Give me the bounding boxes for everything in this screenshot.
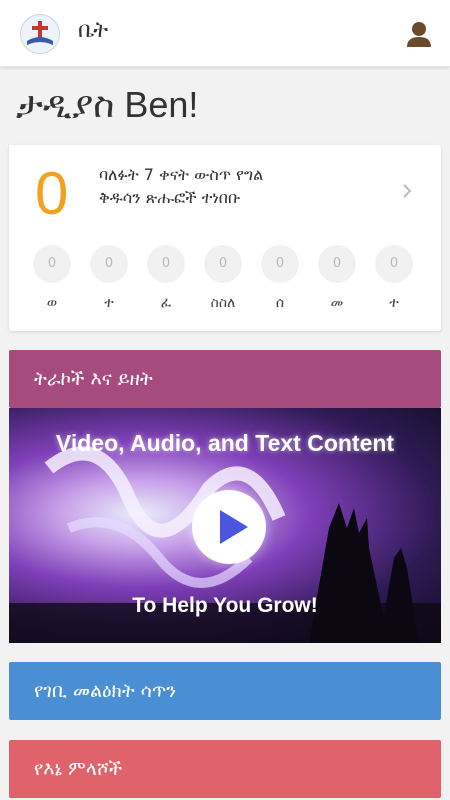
church-logo-icon [20,14,60,54]
day-label: መ [330,295,344,311]
hero-subtitle: To Help You Grow! [132,594,318,617]
streak-description: ባለፉት 7 ቀናት ውስጥ የግል ቅዱሳን ጽሑፎች ተነበቡ [99,165,264,207]
inbox-header[interactable]: የገቢ መልዕክት ሳጥን [9,662,441,720]
day-label: ፈ [160,295,172,311]
greeting-heading: ታዲያስ Ben! [16,84,199,125]
play-icon[interactable] [192,490,266,564]
page-title: ቤት [78,18,109,43]
app-bar: ቤት [0,0,450,67]
reading-streak-card[interactable]: 0 ባለፉት 7 ቀናት ውስጥ የግል ቅዱሳን ጽሑፎች ተነበቡ 0 0 … [9,145,441,331]
user-profile-icon[interactable] [406,20,432,48]
day-label: ተ [389,295,399,311]
tracks-and-content-header[interactable]: ትራኮች እና ይዘት [9,350,441,408]
day-circle: 0 [261,245,299,283]
day-label: ሰ [275,295,285,311]
day-label: ስስለ [210,295,236,311]
chevron-right-icon[interactable] [401,183,413,199]
day-circle: 0 [33,245,71,283]
content-hero-banner[interactable]: Video, Audio, and Text Content To Help Y… [9,408,441,643]
day-circle: 0 [147,245,185,283]
day-label-row: ወ ተ ፈ ስስለ ሰ መ ተ [33,295,423,319]
day-label: ወ [46,295,58,311]
streak-count: 0 [35,160,69,227]
my-answers-header[interactable]: የእኔ ምላሾች [9,740,441,798]
day-circle: 0 [318,245,356,283]
day-label: ተ [104,295,114,311]
day-progress-row: 0 0 0 0 0 0 0 [33,245,423,285]
day-circle: 0 [375,245,413,283]
day-circle: 0 [90,245,128,283]
hero-title: Video, Audio, and Text Content [55,430,395,456]
day-circle: 0 [204,245,242,283]
